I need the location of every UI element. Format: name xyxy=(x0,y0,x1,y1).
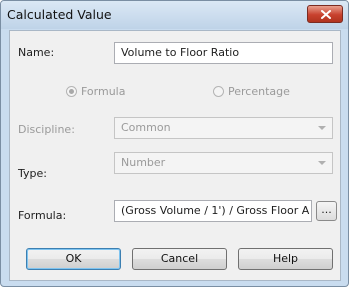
type-label: Type: xyxy=(18,167,47,180)
type-value: Number xyxy=(121,156,166,169)
discipline-label: Discipline: xyxy=(18,123,75,136)
window-title: Calculated Value xyxy=(7,7,112,22)
formula-radio[interactable] xyxy=(66,86,77,97)
discipline-value: Common xyxy=(121,121,171,134)
percentage-radio-label: Percentage xyxy=(228,85,290,98)
calculated-value-dialog: Calculated Value Name: Volume to Floor R… xyxy=(0,0,349,287)
dialog-body: Name: Volume to Floor Ratio Formula Perc… xyxy=(9,30,341,281)
formula-input[interactable]: (Gross Volume / 1') / Gross Floor A xyxy=(114,200,312,222)
ok-button[interactable]: OK xyxy=(26,248,121,270)
name-label: Name: xyxy=(18,46,55,59)
chevron-down-icon xyxy=(318,126,326,130)
formula-label: Formula: xyxy=(18,209,67,222)
type-select[interactable]: Number xyxy=(114,152,333,174)
chevron-down-icon xyxy=(318,161,326,165)
help-button[interactable]: Help xyxy=(238,248,333,270)
cancel-button[interactable]: Cancel xyxy=(132,248,227,270)
name-input[interactable]: Volume to Floor Ratio xyxy=(114,42,333,64)
formula-radio-dot xyxy=(69,89,74,94)
formula-radio-label: Formula xyxy=(81,85,126,98)
discipline-select[interactable]: Common xyxy=(114,117,333,139)
formula-edit-button[interactable]: ... xyxy=(316,201,337,221)
percentage-radio[interactable] xyxy=(213,86,224,97)
close-button[interactable] xyxy=(307,5,343,23)
title-bar[interactable]: Calculated Value xyxy=(1,1,348,29)
close-icon xyxy=(321,10,331,19)
